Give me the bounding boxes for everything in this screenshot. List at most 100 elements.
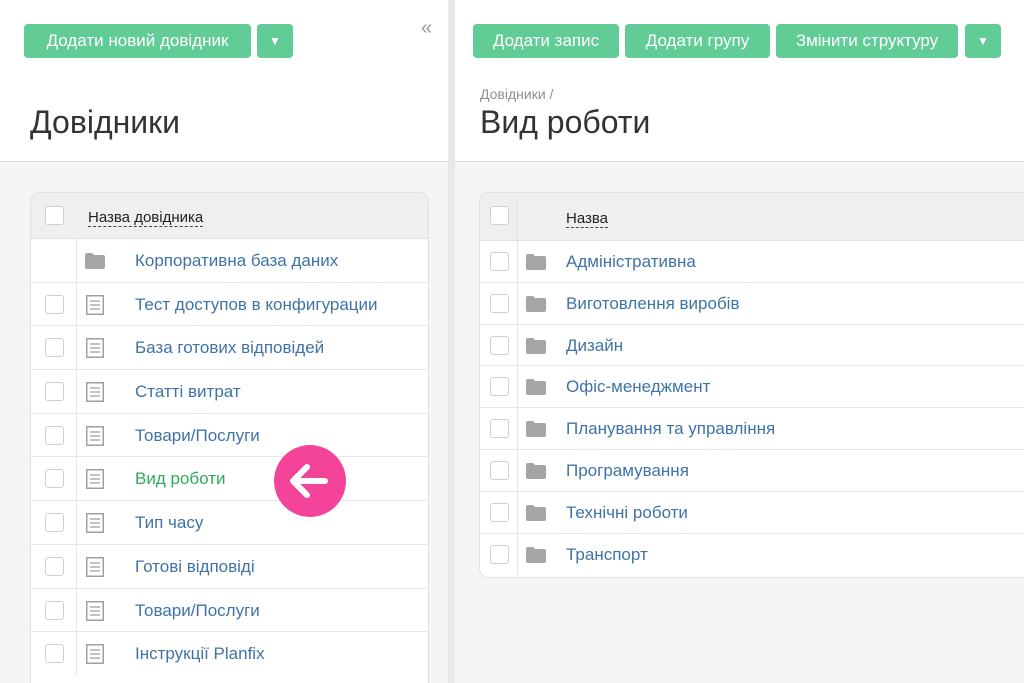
list-item[interactable]: Виготовлення виробів bbox=[480, 282, 1024, 325]
folder-icon bbox=[526, 421, 546, 438]
directory-link[interactable]: Тест доступов в конфигурации bbox=[135, 295, 378, 315]
pointer-badge bbox=[274, 445, 346, 517]
more-actions-dropdown-button[interactable]: ▼ bbox=[965, 24, 1001, 58]
column-divider bbox=[517, 241, 518, 282]
directory-detail-panel: Додати запис Додати групу Змінити структ… bbox=[455, 0, 1024, 683]
record-link[interactable]: Дизайн bbox=[566, 336, 623, 356]
directory-link[interactable]: Товари/Послуги bbox=[135, 601, 260, 621]
row-checkbox[interactable] bbox=[490, 252, 509, 271]
directory-link[interactable]: Вид роботи bbox=[135, 469, 226, 489]
row-checkbox[interactable] bbox=[45, 382, 64, 402]
document-icon bbox=[86, 382, 104, 403]
list-item[interactable]: Програмування bbox=[480, 449, 1024, 492]
add-directory-dropdown-button[interactable]: ▼ bbox=[257, 24, 293, 58]
collapse-panel-icon[interactable]: « bbox=[421, 18, 432, 38]
list-item[interactable]: Тип часу bbox=[31, 501, 428, 545]
breadcrumb[interactable]: Довідники / bbox=[480, 86, 553, 102]
list-item[interactable]: Дизайн bbox=[480, 324, 1024, 367]
directory-link[interactable]: Готові відповіді bbox=[135, 557, 255, 577]
column-divider bbox=[517, 449, 518, 491]
row-checkbox[interactable] bbox=[490, 335, 509, 355]
row-checkbox[interactable] bbox=[45, 425, 64, 445]
column-divider bbox=[517, 193, 518, 240]
document-icon bbox=[86, 556, 104, 577]
add-directory-button[interactable]: Додати новий довідник bbox=[24, 24, 251, 58]
column-divider bbox=[76, 501, 77, 544]
list-item[interactable]: Корпоративна база даних bbox=[31, 239, 428, 283]
row-checkbox[interactable] bbox=[45, 644, 64, 664]
column-header-name[interactable]: Назва довідника bbox=[88, 210, 204, 227]
document-icon bbox=[86, 469, 104, 490]
row-checkbox[interactable] bbox=[45, 556, 64, 576]
list-item[interactable]: Тест доступов в конфигурации bbox=[31, 282, 428, 327]
column-divider bbox=[76, 632, 77, 676]
list-item[interactable]: Готові відповіді bbox=[31, 544, 428, 589]
directory-link[interactable]: Товари/Послуги bbox=[135, 426, 260, 446]
row-checkbox[interactable] bbox=[45, 338, 64, 358]
row-checkbox[interactable] bbox=[490, 419, 509, 439]
list-item[interactable]: Адміністративна bbox=[480, 241, 1024, 283]
add-record-button[interactable]: Додати запис bbox=[473, 24, 619, 58]
folder-icon bbox=[526, 379, 546, 396]
change-structure-button[interactable]: Змінити структуру bbox=[776, 24, 958, 58]
document-icon bbox=[86, 513, 104, 534]
folder-icon bbox=[526, 462, 546, 479]
list-item[interactable]: Офіс-менеджмент bbox=[480, 366, 1024, 409]
record-link[interactable]: Транспорт bbox=[566, 545, 648, 565]
record-link[interactable]: Виготовлення виробів bbox=[566, 294, 740, 314]
row-checkbox[interactable] bbox=[45, 600, 64, 620]
document-icon bbox=[86, 425, 104, 446]
directory-link[interactable]: Корпоративна база даних bbox=[135, 251, 338, 271]
column-divider bbox=[76, 326, 77, 370]
list-item[interactable]: Планування та управління bbox=[480, 408, 1024, 450]
list-item[interactable]: База готових відповідей bbox=[31, 326, 428, 371]
list-item[interactable]: Товари/Послуги bbox=[31, 588, 428, 633]
record-link[interactable]: Адміністративна bbox=[566, 252, 696, 272]
list-item[interactable]: Вид роботи bbox=[31, 457, 428, 502]
list-item[interactable]: Технічні роботи bbox=[480, 491, 1024, 534]
directory-link[interactable]: Статті витрат bbox=[135, 382, 241, 402]
table-header: Назва bbox=[480, 193, 1024, 241]
column-divider bbox=[517, 491, 518, 533]
app: Додати новий довідник ▼ « Довідники Назв… bbox=[0, 0, 1024, 683]
row-checkbox[interactable] bbox=[45, 513, 64, 533]
directory-link[interactable]: Інструкції Planfix bbox=[135, 644, 265, 664]
record-link[interactable]: Планування та управління bbox=[566, 419, 775, 439]
directory-link[interactable]: База готових відповідей bbox=[135, 338, 324, 358]
list-item[interactable]: Статті витрат bbox=[31, 370, 428, 414]
document-icon bbox=[86, 600, 104, 621]
record-link[interactable]: Програмування bbox=[566, 461, 689, 481]
row-checkbox[interactable] bbox=[490, 293, 509, 313]
list-item[interactable]: Товари/Послуги bbox=[31, 413, 428, 458]
select-all-checkbox[interactable] bbox=[45, 206, 64, 225]
column-divider bbox=[517, 282, 518, 324]
add-group-button[interactable]: Додати групу bbox=[625, 24, 770, 58]
record-link[interactable]: Офіс-менеджмент bbox=[566, 377, 710, 397]
directories-list: Корпоративна база даних Тест доступов в к… bbox=[31, 239, 428, 676]
record-link[interactable]: Технічні роботи bbox=[566, 503, 688, 523]
folder-icon bbox=[526, 254, 546, 270]
document-icon bbox=[86, 294, 104, 315]
folder-icon bbox=[526, 546, 546, 563]
row-checkbox[interactable] bbox=[45, 294, 64, 314]
page-title: Довідники bbox=[30, 104, 181, 140]
table-header: Назва довідника bbox=[31, 193, 428, 239]
list-item[interactable]: Транспорт bbox=[480, 533, 1024, 576]
document-icon bbox=[86, 644, 104, 665]
row-checkbox[interactable] bbox=[490, 377, 509, 397]
document-icon bbox=[86, 338, 104, 359]
column-divider bbox=[76, 588, 77, 632]
column-header-name[interactable]: Назва bbox=[566, 211, 609, 228]
directories-table: Назва довідника Корпоративна база даних Т… bbox=[30, 192, 429, 683]
column-divider bbox=[517, 366, 518, 408]
list-item[interactable]: Інструкції Planfix bbox=[31, 632, 428, 676]
folder-icon bbox=[526, 504, 546, 521]
column-divider bbox=[517, 408, 518, 449]
row-checkbox[interactable] bbox=[490, 460, 509, 480]
row-checkbox[interactable] bbox=[490, 502, 509, 522]
select-all-checkbox[interactable] bbox=[490, 206, 509, 225]
directories-panel: Додати новий довідник ▼ « Довідники Назв… bbox=[0, 0, 448, 683]
directory-link[interactable]: Тип часу bbox=[135, 513, 203, 533]
row-checkbox[interactable] bbox=[490, 544, 509, 564]
row-checkbox[interactable] bbox=[45, 469, 64, 489]
